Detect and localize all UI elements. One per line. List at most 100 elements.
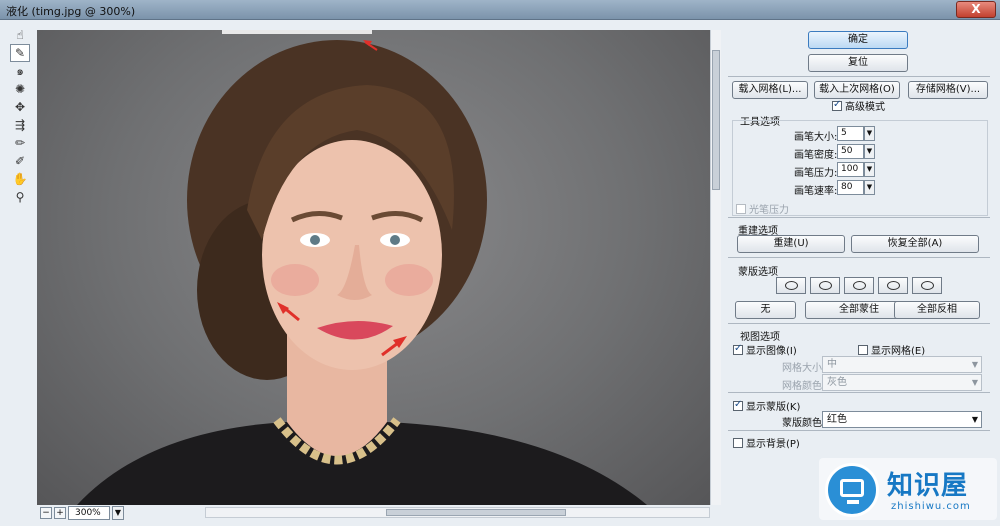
options-panel: 确定 复位 载入网格(L)... 载入上次网格(O) 存储网格(V)... 高级… bbox=[728, 20, 996, 526]
canvas-vertical-scrollbar[interactable] bbox=[710, 30, 721, 505]
brush-size-label: 画笔大小: bbox=[794, 132, 838, 143]
zoom-icon[interactable]: ⚲ bbox=[10, 188, 30, 206]
mesh-size-value: 中 bbox=[827, 359, 837, 370]
scroll-thumb[interactable] bbox=[386, 509, 566, 516]
zoom-bar: − + 300% ▼ bbox=[40, 505, 124, 521]
close-button[interactable]: X bbox=[956, 1, 996, 18]
chevron-down-icon[interactable]: ▼ bbox=[864, 162, 875, 177]
checkbox-icon[interactable] bbox=[832, 99, 842, 111]
mask-color-label: 蒙版颜色: bbox=[782, 418, 826, 429]
title-bar: 液化 (timg.jpg @ 300%) X bbox=[0, 0, 1000, 20]
subtract-from-selection-button[interactable] bbox=[844, 277, 874, 294]
twirl-icon[interactable]: ๑ bbox=[10, 62, 30, 80]
checkbox-icon[interactable] bbox=[733, 438, 743, 448]
restore-all-button[interactable]: 恢复全部(A) bbox=[851, 235, 979, 253]
advanced-mode-checkbox[interactable]: 高级模式 bbox=[832, 98, 885, 113]
divider bbox=[728, 257, 990, 258]
view-options-title: 视图选项 bbox=[740, 332, 780, 343]
reset-button[interactable]: 复位 bbox=[808, 54, 908, 72]
mask-options-title: 蒙版选项 bbox=[738, 267, 778, 278]
show-image-label: 显示图像(I) bbox=[746, 346, 797, 357]
checkbox-icon[interactable] bbox=[733, 399, 743, 411]
show-backdrop-checkbox[interactable]: 显示背景(P) bbox=[733, 435, 800, 450]
brush-size-field[interactable]: 5 bbox=[837, 126, 864, 141]
brush-rate-label: 画笔速率: bbox=[794, 186, 838, 197]
checkbox-icon[interactable] bbox=[733, 343, 743, 355]
chevron-down-icon[interactable]: ▼ bbox=[112, 506, 124, 520]
chevron-down-icon[interactable]: ▼ bbox=[864, 180, 875, 195]
chevron-down-icon: ▼ bbox=[971, 415, 978, 424]
chevron-down-icon: ▼ bbox=[971, 378, 978, 387]
show-mesh-checkbox[interactable]: 显示网格(E) bbox=[858, 342, 925, 357]
watermark: 知识屋 zhishiwu.com bbox=[819, 458, 997, 520]
tool-strip: ☝ ✎ ๑ ✺ ✥ ⇶ ✏ ✐ ✋ ⚲ bbox=[8, 26, 34, 206]
mask-ring-icon bbox=[818, 281, 832, 290]
load-mesh-button[interactable]: 载入网格(L)... bbox=[732, 81, 808, 99]
show-backdrop-label: 显示背景(P) bbox=[746, 439, 800, 450]
add-to-selection-button[interactable] bbox=[810, 277, 840, 294]
advanced-mode-label: 高级模式 bbox=[845, 102, 885, 113]
divider bbox=[728, 217, 990, 218]
window-title: 液化 (timg.jpg @ 300%) bbox=[6, 5, 136, 18]
brush-pressure-field[interactable]: 100 bbox=[837, 162, 864, 177]
replace-selection-button[interactable] bbox=[776, 277, 806, 294]
reconstruct-icon[interactable]: ✎ bbox=[10, 44, 30, 62]
canvas-horizontal-scrollbar[interactable] bbox=[205, 507, 710, 518]
mask-color-select[interactable]: 红色 ▼ bbox=[822, 411, 982, 428]
monitor-base bbox=[847, 500, 859, 504]
push-left-icon[interactable]: ⇶ bbox=[10, 116, 30, 134]
show-image-checkbox[interactable]: 显示图像(I) bbox=[733, 342, 797, 357]
chevron-down-icon: ▼ bbox=[971, 360, 978, 369]
mask-color-value: 红色 bbox=[827, 414, 847, 425]
forward-warp-icon[interactable]: ☝ bbox=[10, 26, 30, 44]
invert-selection-button[interactable] bbox=[912, 277, 942, 294]
scroll-thumb[interactable] bbox=[712, 50, 720, 190]
pucker-icon[interactable]: ✺ bbox=[10, 80, 30, 98]
freeze-mask-icon[interactable]: ✏ bbox=[10, 134, 30, 152]
liquify-dialog: ☝ ✎ ๑ ✺ ✥ ⇶ ✏ ✐ ✋ ⚲ − + 300% ▼ 确定 复位 载入网… bbox=[0, 20, 1000, 526]
mesh-size-select[interactable]: 中 ▼ bbox=[822, 356, 982, 373]
brush-rate-field[interactable]: 80 bbox=[837, 180, 864, 195]
watermark-url: zhishiwu.com bbox=[891, 501, 971, 512]
monitor-shape bbox=[840, 479, 864, 497]
save-mesh-button[interactable]: 存储网格(V)... bbox=[908, 81, 988, 99]
intersect-selection-button[interactable] bbox=[878, 277, 908, 294]
mask-ring-icon bbox=[784, 281, 798, 290]
hand-icon[interactable]: ✋ bbox=[10, 170, 30, 188]
mask-ring-icon bbox=[886, 281, 900, 290]
divider bbox=[728, 76, 990, 77]
brush-density-field[interactable]: 50 bbox=[837, 144, 864, 159]
monitor-logo-icon bbox=[825, 463, 879, 517]
ok-button[interactable]: 确定 bbox=[808, 31, 908, 49]
stylus-pressure-checkbox[interactable]: 光笔压力 bbox=[736, 201, 789, 216]
brush-pressure-label: 画笔压力: bbox=[794, 168, 838, 179]
load-last-mesh-button[interactable]: 载入上次网格(O) bbox=[814, 81, 900, 99]
portrait-image bbox=[77, 30, 647, 505]
reconstruct-button[interactable]: 重建(U) bbox=[737, 235, 845, 253]
mask-ring-icon bbox=[920, 281, 934, 290]
image-canvas[interactable] bbox=[37, 30, 710, 505]
divider bbox=[728, 323, 990, 324]
thaw-mask-icon[interactable]: ✐ bbox=[10, 152, 30, 170]
checkbox-icon[interactable] bbox=[858, 345, 868, 355]
brush-density-label: 画笔密度: bbox=[794, 150, 838, 161]
watermark-name: 知识屋 bbox=[887, 471, 969, 501]
zoom-out-button[interactable]: − bbox=[40, 507, 52, 519]
mask-none-button[interactable]: 无 bbox=[735, 301, 796, 319]
stylus-pressure-label: 光笔压力 bbox=[749, 205, 789, 216]
invert-all-button[interactable]: 全部反相 bbox=[894, 301, 980, 319]
zoom-in-button[interactable]: + bbox=[54, 507, 66, 519]
chevron-down-icon[interactable]: ▼ bbox=[864, 126, 875, 141]
show-mask-label: 显示蒙版(K) bbox=[746, 402, 801, 413]
show-mask-checkbox[interactable]: 显示蒙版(K) bbox=[733, 398, 800, 413]
mask-ring-icon bbox=[852, 281, 866, 290]
chevron-down-icon[interactable]: ▼ bbox=[864, 144, 875, 159]
divider bbox=[728, 430, 990, 431]
mesh-size-label: 网格大小: bbox=[782, 363, 826, 374]
divider bbox=[728, 392, 990, 393]
zoom-level-field[interactable]: 300% bbox=[68, 506, 110, 520]
checkbox-icon[interactable] bbox=[736, 204, 746, 214]
mesh-color-value: 灰色 bbox=[827, 377, 847, 388]
bloat-icon[interactable]: ✥ bbox=[10, 98, 30, 116]
mesh-color-select[interactable]: 灰色 ▼ bbox=[822, 374, 982, 391]
